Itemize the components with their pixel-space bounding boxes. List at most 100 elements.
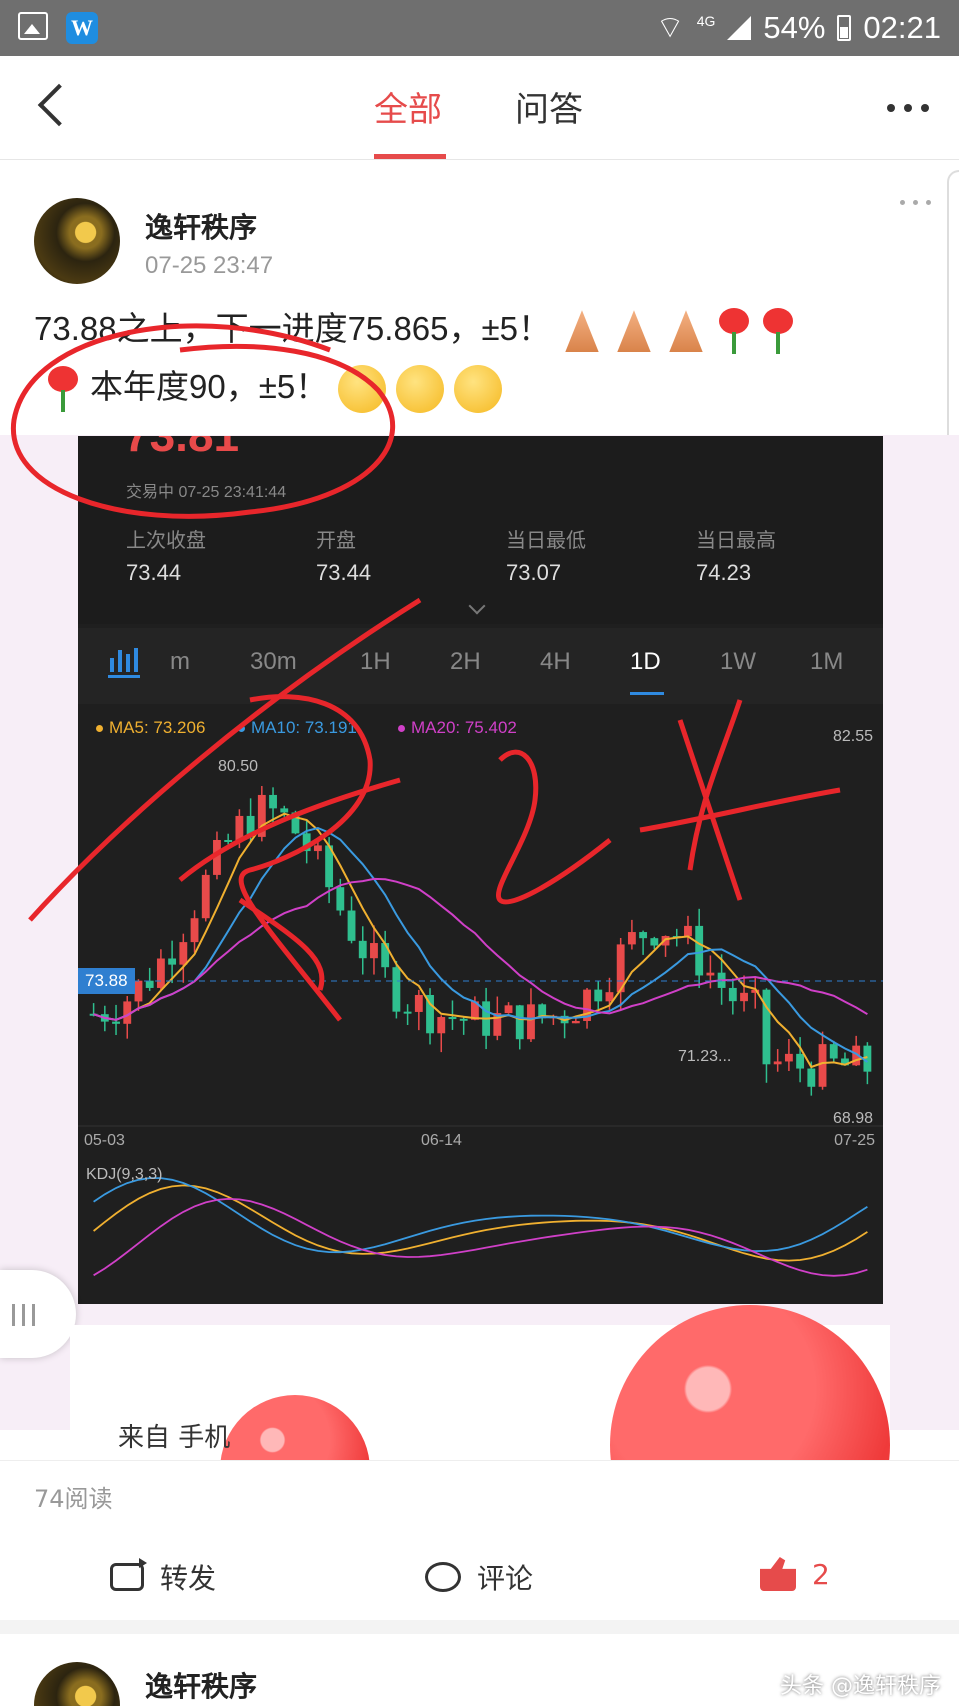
nav-bar: 全部 问答 bbox=[0, 56, 959, 160]
watermark: 头条 @逸轩秩序 bbox=[780, 1674, 941, 1699]
candle-plot bbox=[78, 786, 883, 1277]
candle-body bbox=[347, 910, 356, 941]
candle-body bbox=[414, 994, 423, 1012]
wifi-icon: ⌔ bbox=[655, 10, 685, 45]
candle-body bbox=[269, 794, 277, 809]
avatar[interactable] bbox=[34, 198, 120, 284]
status-bar: W ⌔ 4G 54% 02:21 bbox=[0, 0, 959, 56]
date-label: 05-03 bbox=[84, 1132, 125, 1149]
repost-icon bbox=[110, 1558, 147, 1591]
candle-body bbox=[706, 972, 715, 976]
post-text-line-2: 本年度90，±5！ bbox=[46, 360, 503, 414]
candle-body bbox=[594, 989, 603, 1002]
candle-body bbox=[134, 980, 143, 1002]
battery-percent: 54% bbox=[763, 9, 826, 45]
thumbs-up-icon bbox=[760, 1557, 796, 1591]
date-label: 07-25 bbox=[834, 1132, 875, 1149]
candle-body bbox=[504, 1005, 513, 1014]
rose-emoji-icon bbox=[717, 308, 751, 355]
candle-body bbox=[381, 943, 390, 968]
repost-button[interactable]: 转发 bbox=[110, 1557, 216, 1597]
candle-body bbox=[818, 1044, 827, 1087]
candle-body bbox=[190, 918, 199, 943]
candle-body bbox=[156, 958, 165, 988]
source-text: 来自 手机 bbox=[118, 1423, 231, 1453]
candle-body bbox=[336, 887, 345, 911]
post-more-icon[interactable] bbox=[900, 200, 931, 205]
candle-body bbox=[392, 967, 401, 1012]
candle-body bbox=[224, 840, 233, 843]
ma-line bbox=[93, 826, 868, 1063]
rose-emoji-icon bbox=[761, 308, 795, 355]
avatar[interactable] bbox=[34, 1662, 120, 1706]
tab-active-indicator bbox=[374, 154, 446, 159]
candle-body bbox=[246, 815, 255, 837]
candle-body bbox=[695, 925, 704, 976]
author-name[interactable]: 逸轩秩序 bbox=[145, 206, 257, 246]
embedded-card: 来自 手机 bbox=[70, 1305, 890, 1585]
candle-body bbox=[358, 940, 367, 959]
candle-body bbox=[571, 1020, 580, 1024]
post-text-line-1: 73.88之上，下一进度75.865，±5！ bbox=[34, 302, 795, 355]
pray-emoji-icon bbox=[617, 310, 651, 353]
comment-button[interactable]: 评论 bbox=[425, 1557, 533, 1597]
rose-emoji-icon bbox=[46, 366, 80, 413]
candle-body bbox=[313, 845, 322, 852]
read-count: 74阅读 bbox=[34, 1485, 113, 1513]
candle-body bbox=[784, 1053, 793, 1062]
candle-body bbox=[168, 958, 177, 965]
signal-icon bbox=[727, 15, 752, 40]
candle-body bbox=[370, 943, 378, 959]
candle-body bbox=[112, 1021, 120, 1024]
comment-icon bbox=[425, 1562, 461, 1592]
divider bbox=[0, 1620, 959, 1634]
candle-body bbox=[627, 932, 636, 945]
comment-label: 评论 bbox=[477, 1562, 534, 1595]
candle-body bbox=[459, 1018, 468, 1021]
network-type: 4G bbox=[696, 12, 716, 29]
clock: 02:21 bbox=[863, 9, 941, 45]
candle-body bbox=[650, 938, 659, 946]
thinking-face-emoji-icon bbox=[396, 365, 445, 414]
candle-body bbox=[728, 987, 737, 1002]
like-count: 2 bbox=[812, 1557, 830, 1591]
tab-qa[interactable]: 问答 bbox=[515, 82, 583, 131]
candle-body bbox=[807, 1068, 816, 1087]
battery-icon bbox=[837, 14, 852, 41]
post-footer: 74阅读 转发 评论 2 bbox=[0, 1460, 959, 1620]
thinking-face-emoji-icon bbox=[338, 365, 387, 414]
candle-body bbox=[829, 1044, 838, 1059]
candle-body bbox=[179, 942, 188, 965]
candle-body bbox=[448, 1017, 457, 1020]
candle-body bbox=[515, 1005, 524, 1040]
more-icon[interactable] bbox=[887, 104, 929, 112]
pray-emoji-icon bbox=[669, 310, 703, 353]
screen: W ⌔ 4G 54% 02:21 全部 问答 逸轩秩序 07-25 23:47 … bbox=[0, 0, 959, 1706]
candle-body bbox=[235, 815, 244, 842]
last-price-tag: 73.88 bbox=[78, 968, 135, 994]
kdj-line bbox=[93, 1197, 868, 1277]
price-peak-label: 80.50 bbox=[218, 758, 259, 775]
author-name[interactable]: 逸轩秩序 bbox=[145, 1665, 257, 1705]
candle-body bbox=[213, 840, 221, 875]
gallery-icon bbox=[18, 12, 48, 40]
date-label: 06-14 bbox=[421, 1132, 462, 1149]
candle-body bbox=[773, 1061, 782, 1065]
repost-label: 转发 bbox=[160, 1562, 217, 1595]
tab-all[interactable]: 全部 bbox=[374, 82, 442, 131]
price-low-mark: 71.23... bbox=[678, 1048, 732, 1065]
pray-emoji-icon bbox=[565, 310, 599, 353]
candle-body bbox=[684, 925, 692, 937]
candle-body bbox=[145, 980, 154, 988]
app-w-icon: W bbox=[66, 12, 98, 44]
back-icon[interactable] bbox=[37, 83, 81, 127]
price-high-label: 82.55 bbox=[832, 728, 873, 745]
candle-body bbox=[403, 1011, 412, 1014]
like-button[interactable]: 2 bbox=[760, 1557, 830, 1591]
kdj-label: KDJ(9,3,3) bbox=[86, 1166, 163, 1183]
price-low-label: 68.98 bbox=[832, 1110, 873, 1127]
embedded-chart-image[interactable]: 73.81 交易中 07-25 23:41:44 上次收盘 73.44 开盘 7… bbox=[78, 436, 883, 1304]
candle-body bbox=[201, 874, 210, 919]
candle-body bbox=[740, 992, 748, 1002]
candle-body bbox=[639, 932, 648, 939]
